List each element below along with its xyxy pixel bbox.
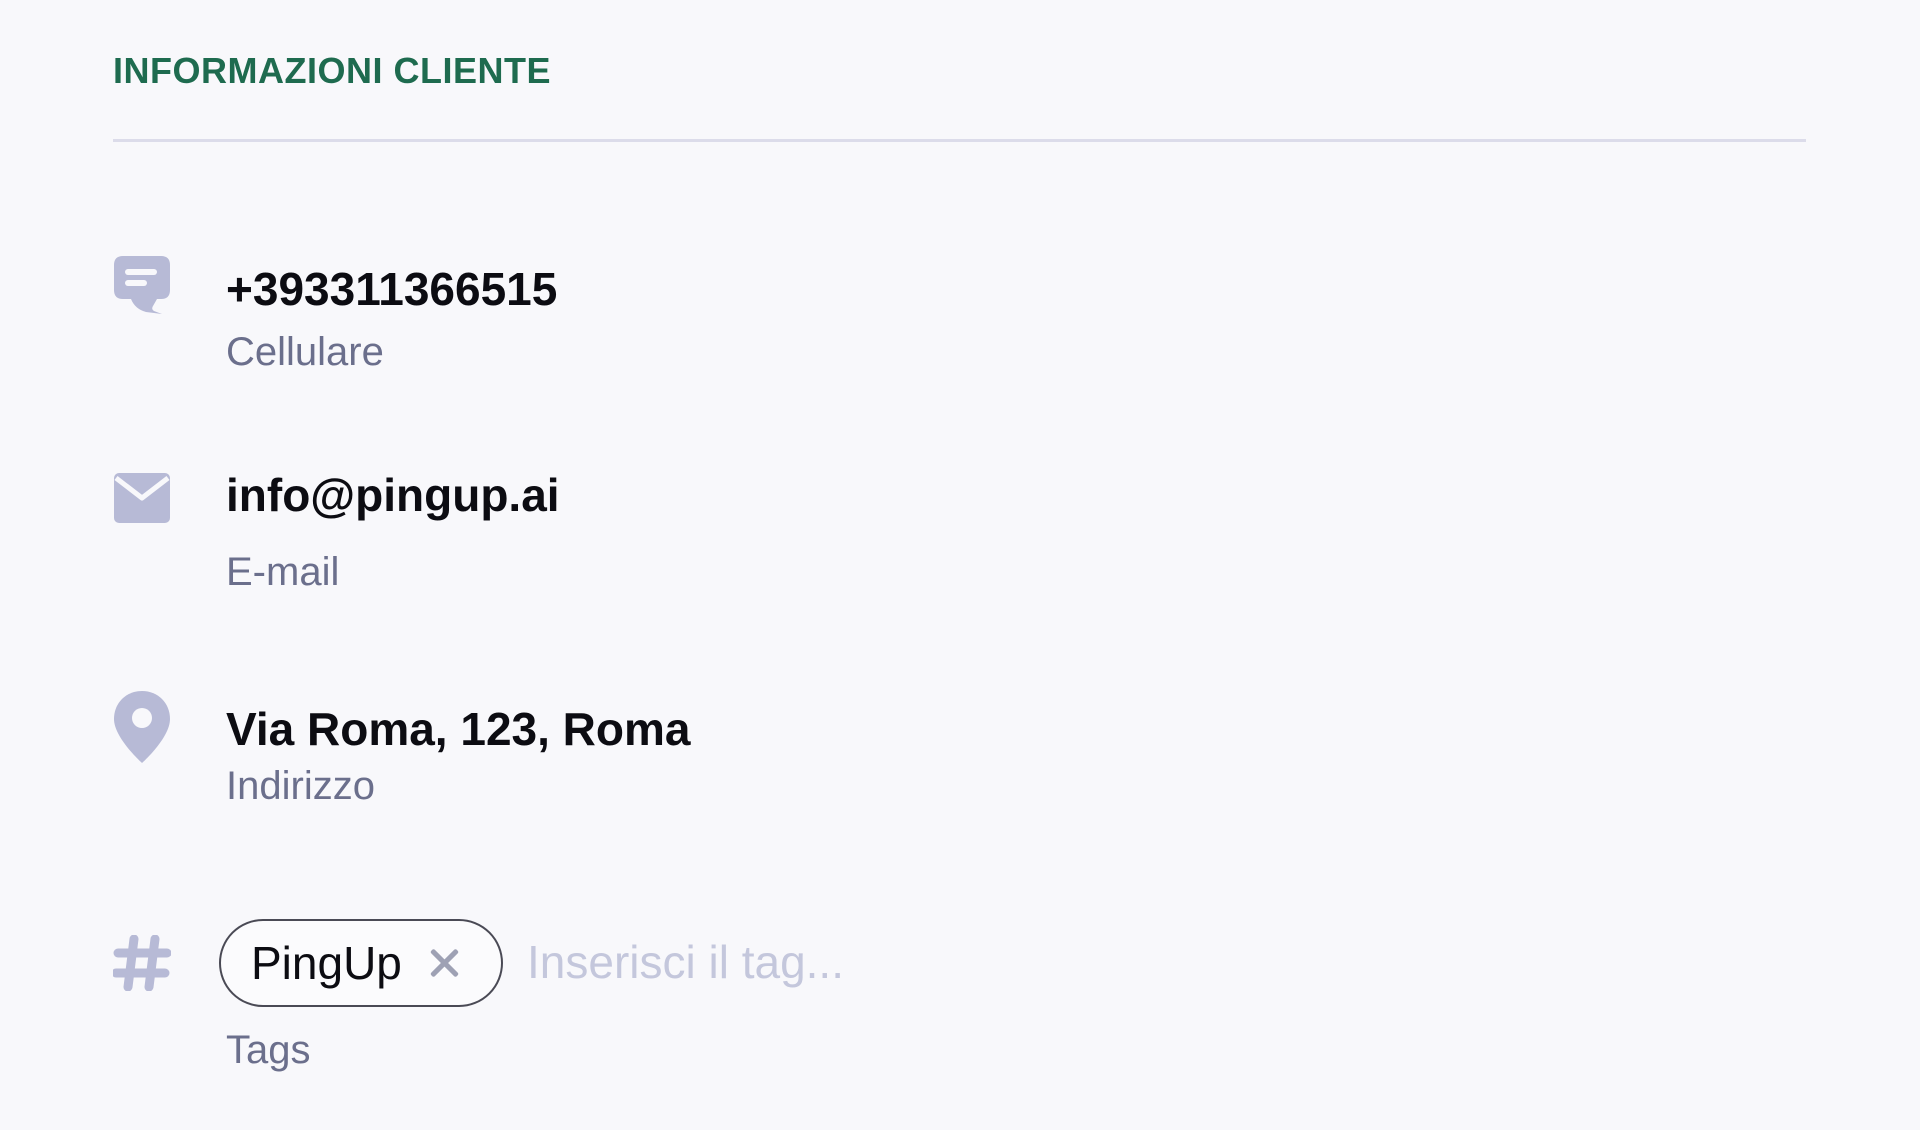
divider	[113, 139, 1806, 142]
location-pin-icon	[113, 690, 171, 763]
tag-label: PingUp	[251, 937, 402, 989]
mail-icon	[113, 472, 171, 544]
phone-label: Cellulare	[226, 330, 384, 374]
tag-input[interactable]	[527, 927, 1127, 997]
email-label: E-mail	[226, 550, 340, 594]
email-value[interactable]: info@pingup.ai	[226, 468, 560, 522]
tags-label: Tags	[226, 1028, 311, 1072]
hashtag-icon	[113, 935, 171, 1007]
section-title: INFORMAZIONI CLIENTE	[113, 50, 551, 91]
close-icon[interactable]	[428, 947, 460, 979]
customer-info-panel: INFORMAZIONI CLIENTE +393311366515 Cellu…	[0, 0, 1920, 1130]
address-value[interactable]: Via Roma, 123, Roma	[226, 702, 690, 756]
tag-chip[interactable]: PingUp	[219, 919, 503, 1007]
address-label: Indirizzo	[226, 764, 375, 808]
chat-icon	[113, 254, 171, 326]
phone-value[interactable]: +393311366515	[226, 262, 557, 316]
